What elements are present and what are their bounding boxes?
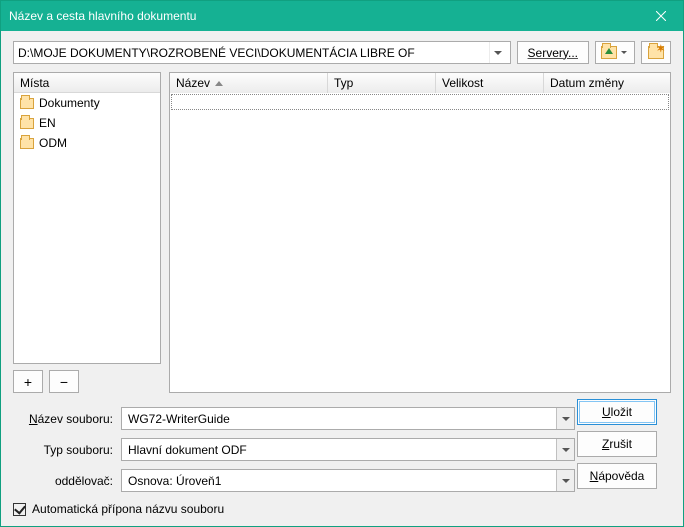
chevron-down-icon[interactable] xyxy=(556,470,574,491)
auto-extension-row[interactable]: Automatická přípona názvu souboru xyxy=(13,502,671,516)
close-icon xyxy=(656,11,666,21)
action-buttons: Uložit Zrušit Nápověda xyxy=(577,399,657,489)
places-list[interactable]: Místa Dokumenty EN ODM xyxy=(13,72,161,364)
chevron-down-icon[interactable] xyxy=(556,408,574,429)
sort-asc-icon xyxy=(215,81,223,86)
places-pane: Místa Dokumenty EN ODM + − xyxy=(13,72,161,393)
column-type[interactable]: Typ xyxy=(328,73,436,93)
column-date[interactable]: Datum změny xyxy=(544,73,670,93)
places-item[interactable]: ODM xyxy=(14,133,160,153)
filename-row: Název souboru: WG72-WriterGuide xyxy=(13,407,575,430)
up-level-button[interactable] xyxy=(595,41,635,64)
folder-icon xyxy=(20,98,34,109)
file-list-body[interactable] xyxy=(170,93,670,392)
chevron-down-icon xyxy=(621,51,627,54)
middle-panes: Místa Dokumenty EN ODM + − Název Typ Vel… xyxy=(13,72,671,393)
chevron-down-icon[interactable] xyxy=(489,42,506,63)
places-header: Místa xyxy=(14,73,160,93)
filetype-label: Typ souboru: xyxy=(13,443,113,457)
add-place-button[interactable]: + xyxy=(13,370,43,393)
save-button[interactable]: Uložit xyxy=(577,399,657,425)
column-size[interactable]: Velikost xyxy=(436,73,544,93)
separator-label: oddělovač: xyxy=(13,474,113,488)
column-name[interactable]: Název xyxy=(170,73,328,93)
new-folder-button[interactable]: ✶ xyxy=(641,41,671,64)
folder-icon xyxy=(20,118,34,129)
servers-button[interactable]: Servery... xyxy=(517,41,589,64)
cancel-button[interactable]: Zrušit xyxy=(577,431,657,457)
auto-extension-checkbox[interactable] xyxy=(13,503,26,516)
focus-row xyxy=(171,94,669,110)
folder-up-icon xyxy=(601,46,617,59)
folder-new-icon: ✶ xyxy=(648,46,664,59)
file-list-header: Název Typ Velikost Datum změny xyxy=(170,73,670,93)
filetype-row: Typ souboru: Hlavní dokument ODF xyxy=(13,438,575,461)
servers-label: Servery... xyxy=(528,46,578,60)
form-area: Název souboru: WG72-WriterGuide Typ soub… xyxy=(13,401,671,516)
window-title: Název a cesta hlavního dokumentu xyxy=(9,9,196,23)
path-text: D:\MOJE DOKUMENTY\ROZROBENÉ VECI\DOKUMEN… xyxy=(18,46,489,60)
chevron-down-icon[interactable] xyxy=(556,439,574,460)
folder-icon xyxy=(20,138,34,149)
title-bar: Název a cesta hlavního dokumentu xyxy=(1,1,683,31)
filetype-combo[interactable]: Hlavní dokument ODF xyxy=(121,438,575,461)
path-combo[interactable]: D:\MOJE DOKUMENTY\ROZROBENÉ VECI\DOKUMEN… xyxy=(13,41,511,64)
places-buttons: + − xyxy=(13,370,161,393)
places-item[interactable]: Dokumenty xyxy=(14,93,160,113)
help-button[interactable]: Nápověda xyxy=(577,463,657,489)
file-list[interactable]: Název Typ Velikost Datum změny xyxy=(169,72,671,393)
dialog-window: Název a cesta hlavního dokumentu D:\MOJE… xyxy=(0,0,684,527)
places-item[interactable]: EN xyxy=(14,113,160,133)
close-button[interactable] xyxy=(638,1,683,31)
separator-row: oddělovač: Osnova: Úroveň1 xyxy=(13,469,575,492)
separator-combo[interactable]: Osnova: Úroveň1 xyxy=(121,469,575,492)
filename-label: Název souboru: xyxy=(13,412,113,426)
filename-combo[interactable]: WG72-WriterGuide xyxy=(121,407,575,430)
path-toolbar: D:\MOJE DOKUMENTY\ROZROBENÉ VECI\DOKUMEN… xyxy=(13,41,671,64)
remove-place-button[interactable]: − xyxy=(49,370,79,393)
auto-extension-label: Automatická přípona názvu souboru xyxy=(32,502,224,516)
dialog-content: D:\MOJE DOKUMENTY\ROZROBENÉ VECI\DOKUMEN… xyxy=(1,31,683,526)
